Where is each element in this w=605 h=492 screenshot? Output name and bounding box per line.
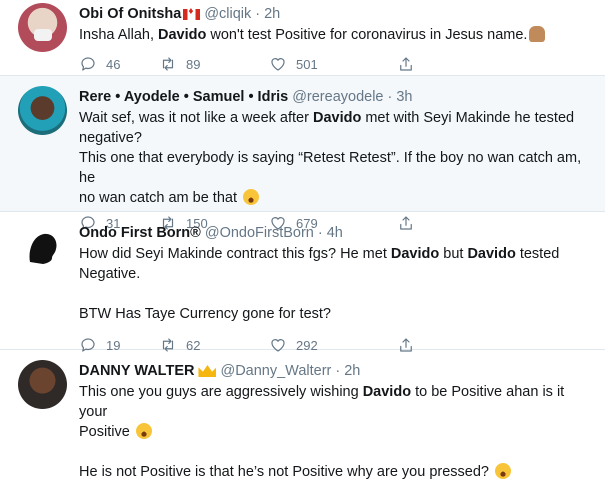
timestamp[interactable]: 2h xyxy=(344,363,360,379)
text-segment: but xyxy=(439,246,468,262)
display-name[interactable]: DANNY WALTER xyxy=(79,363,194,379)
text-line: BTW Has Taye Currency gone for test? xyxy=(79,306,331,322)
highlighted-term: Davido xyxy=(158,27,207,43)
text-line: no wan catch am be that xyxy=(79,188,595,208)
tweet-text: How did Seyi Makinde contract this fgs? … xyxy=(79,244,595,324)
text-segment: Insha Allah, xyxy=(79,27,158,43)
tweet-feed: Obi Of Onitsha @cliqik · 2h Insha Allah,… xyxy=(0,0,605,492)
crown-emoji-icon xyxy=(198,365,217,377)
highlighted-term: Davido xyxy=(467,246,516,262)
heart-icon xyxy=(271,58,285,71)
user-handle[interactable]: @OndoFirstBorn xyxy=(205,225,314,241)
text-segment: Positive xyxy=(79,424,134,440)
tweet[interactable]: Obi Of Onitsha @cliqik · 2h Insha Allah,… xyxy=(0,0,605,76)
text-segment: How did Seyi Makinde contract this fgs? … xyxy=(79,246,391,262)
highlighted-term: Davido xyxy=(390,246,440,262)
text-segment: This one you guys are aggressively wishi… xyxy=(79,384,363,400)
reply-icon xyxy=(81,57,95,71)
text-line: Wait sef, was it not like a week after D… xyxy=(79,108,595,128)
avatar[interactable] xyxy=(18,86,67,135)
text-line: This one you guys are aggressively wishi… xyxy=(79,382,595,422)
text-segment: He is not Positive is that he’s not Posi… xyxy=(79,464,494,480)
user-handle[interactable]: @cliqik xyxy=(204,6,251,22)
like-count: 501 xyxy=(296,56,318,72)
laughing-emoji-icon xyxy=(135,423,152,439)
silhouette-icon xyxy=(29,233,57,264)
text-segment: tested xyxy=(515,246,560,262)
tweet-body: Obi Of Onitsha @cliqik · 2h Insha Allah,… xyxy=(79,3,595,75)
user-handle[interactable]: @rereayodele xyxy=(292,89,383,105)
display-name[interactable]: Obi Of Onitsha xyxy=(79,6,181,22)
retweet-button[interactable]: 89 xyxy=(159,55,269,73)
user-handle[interactable]: @Danny_Walterr xyxy=(220,363,331,379)
separator-dot: · xyxy=(387,89,393,105)
tweet-header: Rere • Ayodele • Samuel • Idris @rereayo… xyxy=(79,86,595,108)
praying-hands-emoji-icon xyxy=(529,26,546,42)
canada-flag-icon xyxy=(183,6,201,20)
separator-dot: · xyxy=(335,363,341,379)
tweet[interactable]: Rere • Ayodele • Samuel • Idris @rereayo… xyxy=(0,76,605,231)
laughing-emoji-icon xyxy=(243,189,260,205)
like-button[interactable]: 501 xyxy=(269,55,397,73)
separator-dot: · xyxy=(317,225,323,241)
tweet-text: This one you guys are aggressively wishi… xyxy=(79,382,595,482)
highlighted-term: Davido xyxy=(312,110,362,126)
reply-count: 46 xyxy=(106,56,121,72)
text-line: This one that everybody is saying “Retes… xyxy=(79,150,582,186)
reply-button[interactable]: 46 xyxy=(79,55,159,73)
text-segment: no wan catch am be that xyxy=(79,190,242,206)
tweet[interactable]: Ondo First Born® @OndoFirstBorn · 4h How… xyxy=(0,212,605,353)
avatar[interactable] xyxy=(18,222,67,271)
tweet-text: Insha Allah, Davido won't test Positive … xyxy=(79,25,595,45)
share-icon xyxy=(400,57,412,71)
tweet-actions: 46 89 501 xyxy=(79,53,595,75)
text-segment: Wait sef, was it not like a week after xyxy=(79,110,313,126)
text-segment: won't test Positive for coronavirus in J… xyxy=(206,27,528,43)
retweet-icon xyxy=(162,57,174,71)
tweet-body: Rere • Ayodele • Samuel • Idris @rereayo… xyxy=(79,86,595,231)
timestamp[interactable]: 4h xyxy=(327,225,343,241)
share-button[interactable] xyxy=(397,55,417,73)
avatar[interactable] xyxy=(18,360,67,409)
text-segment: met with Seyi Makinde he tested xyxy=(361,110,575,126)
separator-dot: · xyxy=(255,6,261,22)
timestamp[interactable]: 2h xyxy=(264,6,280,22)
tweet-header: Obi Of Onitsha @cliqik · 2h xyxy=(79,3,595,25)
retweet-count: 89 xyxy=(186,56,201,72)
text-line: How did Seyi Makinde contract this fgs? … xyxy=(79,244,595,264)
text-line: He is not Positive is that he’s not Posi… xyxy=(79,462,595,482)
tweet-header: DANNY WALTER @Danny_Walterr · 2h xyxy=(79,360,595,382)
tweet-text: Wait sef, was it not like a week after D… xyxy=(79,108,595,208)
display-name[interactable]: Rere • Ayodele • Samuel • Idris xyxy=(79,89,288,105)
laughing-emoji-icon xyxy=(495,463,512,479)
tweet[interactable]: DANNY WALTER @Danny_Walterr · 2h This on… xyxy=(0,350,605,492)
avatar[interactable] xyxy=(18,3,67,52)
text-line: Negative. xyxy=(79,266,141,282)
tweet-body: Ondo First Born® @OndoFirstBorn · 4h How… xyxy=(79,222,595,353)
text-line: Positive xyxy=(79,422,595,442)
timestamp[interactable]: 3h xyxy=(396,89,412,105)
text-line: negative? xyxy=(79,130,142,146)
tweet-body: DANNY WALTER @Danny_Walterr · 2h This on… xyxy=(79,360,595,492)
highlighted-term: Davido xyxy=(362,384,412,400)
display-name[interactable]: Ondo First Born® xyxy=(79,225,201,241)
tweet-header: Ondo First Born® @OndoFirstBorn · 4h xyxy=(79,222,595,244)
